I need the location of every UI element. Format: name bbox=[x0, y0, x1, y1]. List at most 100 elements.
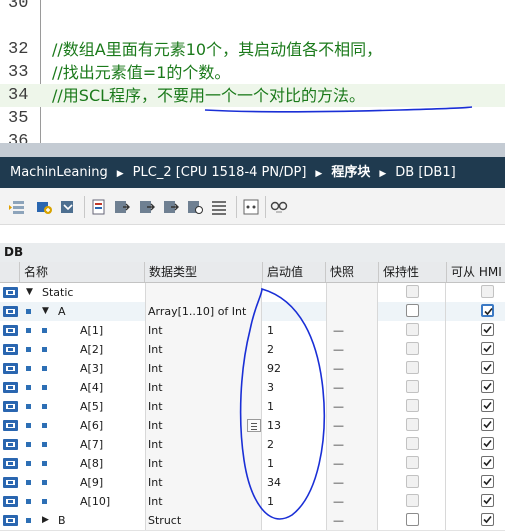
hmi-accessible-checkbox[interactable] bbox=[481, 456, 494, 469]
cell-data-type[interactable]: Array[1..10] of Int bbox=[145, 302, 262, 321]
hmi-accessible-checkbox[interactable] bbox=[481, 437, 494, 450]
snapshot-icon[interactable] bbox=[90, 198, 108, 216]
breadcrumb-project[interactable]: MachinLeaning bbox=[8, 157, 110, 188]
hmi-accessible-checkbox[interactable] bbox=[481, 342, 494, 355]
cell-start-value[interactable]: 1 bbox=[263, 454, 325, 473]
header-name[interactable]: 名称 bbox=[20, 262, 145, 282]
retain-checkbox[interactable] bbox=[406, 304, 419, 317]
cell-name[interactable]: ▶ B bbox=[20, 511, 141, 530]
table-row[interactable]: A[9] Int 34— bbox=[0, 473, 505, 493]
table-row[interactable]: A[10] Int 1— bbox=[0, 492, 505, 512]
breadcrumb-device[interactable]: PLC_2 [CPU 1518-4 PN/DP] bbox=[131, 157, 309, 188]
header-snapshot[interactable]: 快照 bbox=[326, 262, 379, 282]
cell-start-value[interactable] bbox=[263, 302, 325, 321]
cell-start-value[interactable]: 2 bbox=[263, 435, 325, 454]
table-row[interactable]: A[8] Int 1— bbox=[0, 454, 505, 474]
load-start-icon[interactable] bbox=[138, 198, 156, 216]
table-row[interactable]: A[2] Int 2— bbox=[0, 340, 505, 360]
cell-start-value[interactable]: 1 bbox=[263, 492, 325, 511]
cell-data-type[interactable]: Int bbox=[145, 416, 262, 435]
cell-data-type[interactable]: Int bbox=[145, 397, 262, 416]
collapse-icon[interactable]: ▼ bbox=[42, 307, 49, 316]
cell-start-value[interactable]: 3 bbox=[263, 378, 325, 397]
code-line[interactable]: 34 //用SCL程序，不要用一个一个对比的方法。 bbox=[0, 84, 505, 107]
table-row[interactable]: A[1] Int 1— bbox=[0, 321, 505, 341]
header-retain[interactable]: 保持性 bbox=[379, 262, 447, 282]
breadcrumb-block[interactable]: DB [DB1] bbox=[393, 157, 457, 188]
header-hmi[interactable]: 可从 HMI bbox=[447, 262, 505, 282]
cell-start-value[interactable] bbox=[263, 511, 325, 530]
glasses-icon[interactable] bbox=[270, 198, 288, 216]
copy-snapshot-icon[interactable] bbox=[113, 198, 131, 216]
code-line[interactable]: 36 bbox=[0, 130, 505, 143]
header-start-value[interactable]: 启动值 bbox=[263, 262, 326, 282]
hmi-accessible-checkbox[interactable] bbox=[481, 494, 494, 507]
cell-name[interactable]: A[2] bbox=[20, 340, 141, 359]
hmi-accessible-checkbox[interactable] bbox=[481, 323, 494, 336]
cell-data-type[interactable]: Int bbox=[145, 359, 262, 378]
cell-data-type[interactable] bbox=[145, 283, 262, 302]
table-row[interactable]: A[5] Int 1— bbox=[0, 397, 505, 417]
cell-name[interactable]: A[3] bbox=[20, 359, 141, 378]
monitor-icon[interactable] bbox=[186, 198, 204, 216]
cell-start-value[interactable] bbox=[263, 283, 325, 302]
cell-name[interactable]: ▼ Static bbox=[20, 283, 141, 302]
overview-icon[interactable] bbox=[210, 198, 228, 216]
hmi-accessible-checkbox[interactable] bbox=[481, 418, 494, 431]
hmi-accessible-checkbox[interactable] bbox=[481, 304, 494, 317]
cell-start-value[interactable]: 2 bbox=[263, 340, 325, 359]
table-row[interactable]: ▼ A Array[1..10] of Int bbox=[0, 302, 505, 322]
cell-data-type[interactable]: Struct bbox=[145, 511, 262, 530]
cell-name[interactable]: A[6] bbox=[20, 416, 141, 435]
table-row[interactable]: ▶ B Struct — bbox=[0, 511, 505, 531]
table-row[interactable]: A[3] Int 92— bbox=[0, 359, 505, 379]
collapse-icon[interactable]: ▼ bbox=[26, 288, 33, 297]
hmi-accessible-checkbox[interactable] bbox=[481, 513, 494, 526]
breadcrumb-folder[interactable]: 程序块 bbox=[329, 157, 372, 188]
insert-row-icon[interactable] bbox=[8, 198, 26, 216]
table-row[interactable]: A[4] Int 3— bbox=[0, 378, 505, 398]
cell-name[interactable]: A[10] bbox=[20, 492, 141, 511]
cell-start-value[interactable]: 92 bbox=[263, 359, 325, 378]
cell-start-value[interactable]: 1 bbox=[263, 397, 325, 416]
code-comment[interactable]: //用SCL程序，不要用一个一个对比的方法。 bbox=[52, 84, 365, 107]
cell-name[interactable]: A[9] bbox=[20, 473, 141, 492]
code-line[interactable]: 30 bbox=[0, 0, 505, 15]
cell-data-type[interactable]: Int bbox=[145, 492, 262, 511]
code-line[interactable]: 32 //数组A里面有元素10个，其启动值各不相同， bbox=[0, 38, 505, 61]
cell-name[interactable]: A[7] bbox=[20, 435, 141, 454]
cell-start-value[interactable]: 13 bbox=[263, 416, 325, 435]
cell-name[interactable]: A[4] bbox=[20, 378, 141, 397]
scl-code-editor[interactable]: 30 32 //数组A里面有元素10个，其启动值各不相同， 33 //找出元素值=1的个… bbox=[0, 0, 505, 143]
code-line[interactable]: 35 bbox=[0, 107, 505, 130]
code-line[interactable]: 33 //找出元素值=1的个数。 bbox=[0, 61, 505, 84]
table-row[interactable]: ▼ Static bbox=[0, 283, 505, 303]
expand-icon[interactable]: ▶ bbox=[42, 516, 49, 525]
cell-start-value[interactable]: 1 bbox=[263, 321, 325, 340]
panel-splitter[interactable] bbox=[0, 143, 505, 157]
cell-name[interactable]: A[1] bbox=[20, 321, 141, 340]
retain-checkbox[interactable] bbox=[406, 513, 419, 526]
reset-start-icon[interactable] bbox=[162, 198, 180, 216]
cell-data-type[interactable]: Int bbox=[145, 435, 262, 454]
cell-name[interactable]: A[5] bbox=[20, 397, 141, 416]
add-row-icon[interactable] bbox=[35, 198, 53, 216]
cell-data-type[interactable]: Int bbox=[145, 378, 262, 397]
hmi-accessible-checkbox[interactable] bbox=[481, 399, 494, 412]
cell-data-type[interactable]: Int bbox=[145, 473, 262, 492]
table-row[interactable]: A[7] Int 2— bbox=[0, 435, 505, 455]
code-comment[interactable]: //找出元素值=1的个数。 bbox=[52, 61, 230, 84]
value-list-icon[interactable] bbox=[247, 419, 261, 432]
hmi-accessible-checkbox[interactable] bbox=[481, 475, 494, 488]
cell-data-type[interactable]: Int bbox=[145, 340, 262, 359]
cell-start-value[interactable]: 34 bbox=[263, 473, 325, 492]
cell-name[interactable]: A[8] bbox=[20, 454, 141, 473]
cell-name[interactable]: ▼ A bbox=[20, 302, 141, 321]
expand-icon[interactable] bbox=[59, 198, 77, 216]
table-row[interactable]: A[6] Int 13— bbox=[0, 416, 505, 436]
cell-data-type[interactable]: Int bbox=[145, 321, 262, 340]
hmi-accessible-checkbox[interactable] bbox=[481, 380, 494, 393]
header-data-type[interactable]: 数据类型 bbox=[145, 262, 263, 282]
hmi-accessible-checkbox[interactable] bbox=[481, 285, 494, 298]
code-comment[interactable]: //数组A里面有元素10个，其启动值各不相同， bbox=[52, 38, 382, 61]
